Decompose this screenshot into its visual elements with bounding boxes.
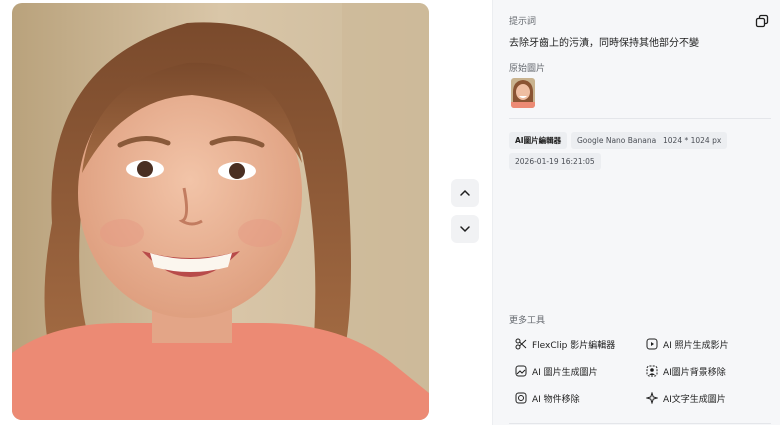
tool-ai-text-to-image[interactable]: AI文字生成圖片 [646,390,726,406]
tool-ai-photo-to-video[interactable]: AI 照片生成影片 [646,336,729,352]
tag-tool: AI圖片編輯器 [509,132,568,149]
tool-label: AI文字生成圖片 [663,394,726,405]
tool-label: AI 照片生成影片 [663,340,729,351]
tool-flexclip-video-editor[interactable]: FlexClip 影片編輯器 [515,336,615,352]
tool-ai-background-remover[interactable]: AI圖片背景移除 [646,363,726,379]
tool-ai-image-to-image[interactable]: AI 圖片生成圖片 [515,363,598,379]
object-remove-icon [515,392,527,404]
chevron-up-icon [460,189,470,196]
tool-label: AI圖片背景移除 [663,367,726,378]
image-to-image-icon [515,365,527,377]
chevron-down-icon [460,226,470,233]
prompt-text: 去除牙齒上的污漬，同時保持其他部分不變 [509,38,699,49]
tool-label: FlexClip 影片編輯器 [532,340,616,351]
tool-ai-object-remover[interactable]: AI 物件移除 [515,390,580,406]
tool-label: AI 圖片生成圖片 [532,367,598,378]
original-image-label: 原始圖片 [509,64,546,74]
smiling-girl-photo [12,3,429,420]
text-to-image-icon [646,392,658,404]
result-image [12,3,429,420]
scissors-icon [515,338,527,350]
smiling-girl-thumbnail [511,78,535,108]
next-button[interactable] [451,215,479,243]
section-divider [509,118,771,119]
tool-label: AI 物件移除 [532,394,580,405]
copy-icon [755,14,769,28]
more-tools-label: 更多工具 [509,316,546,326]
bottom-divider [509,423,771,424]
tag-timestamp: 2026-01-19 16:21:05 [509,153,601,170]
details-panel: 提示詞 去除牙齒上的污漬，同時保持其他部分不變 原始圖片 AI圖片編輯器 Goo… [492,0,780,425]
background-remove-icon [646,365,658,377]
photo-video-icon [646,338,658,350]
prompt-label: 提示詞 [509,17,537,27]
copy-button[interactable] [755,13,769,28]
previous-button[interactable] [451,179,479,207]
tag-resolution: 1024 * 1024 px [657,132,728,149]
tag-model: Google Nano Banana [571,132,663,149]
original-image-thumbnail[interactable] [511,78,535,108]
